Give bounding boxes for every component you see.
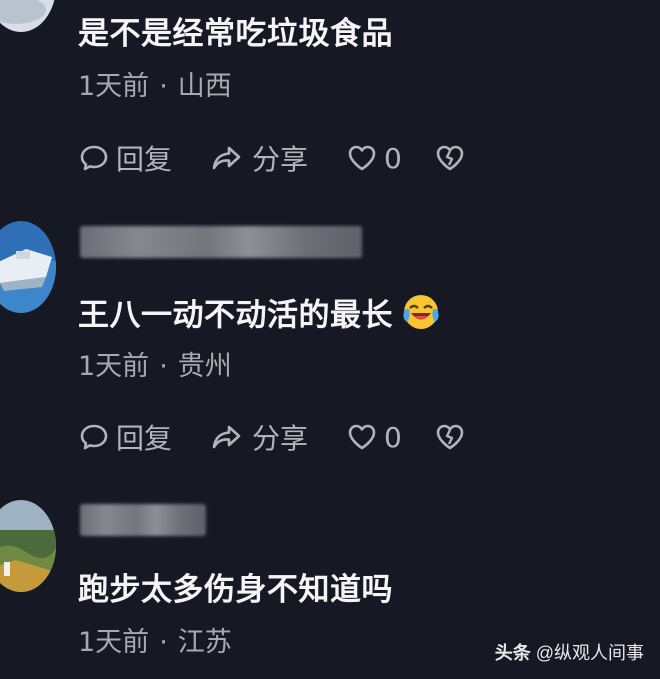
heart-icon: [348, 145, 376, 171]
dislike-button[interactable]: [434, 138, 472, 178]
share-button[interactable]: 分享: [208, 138, 308, 178]
avatar[interactable]: [0, 221, 56, 313]
reply-label: 回复: [116, 143, 173, 176]
like-button[interactable]: 0: [346, 138, 402, 178]
share-label: 分享: [252, 422, 309, 455]
broken-heart-icon: [436, 145, 464, 171]
reply-button[interactable]: 回复: [78, 417, 172, 457]
comment-meta: 1天前 · 江苏: [78, 626, 232, 660]
reply-button[interactable]: 回复: [78, 138, 172, 178]
comment-location: 山西: [177, 71, 232, 102]
comment-meta: 1天前 · 山西: [78, 70, 232, 104]
share-label: 分享: [252, 143, 309, 176]
like-button[interactable]: 0: [346, 417, 402, 457]
share-arrow-icon: [212, 146, 241, 170]
comment-text: 跑步太多伤身不知道吗: [78, 572, 393, 608]
comment-meta: 1天前 · 贵州: [78, 350, 232, 384]
watermark-account: @纵观人间事: [535, 643, 644, 663]
reply-label: 回复: [116, 422, 173, 455]
heart-icon: [348, 424, 376, 450]
comment-text: 是不是经常吃垃圾食品: [78, 16, 393, 52]
comment-actions: 回复 分享 0: [78, 138, 638, 178]
share-arrow-icon: [212, 425, 241, 449]
share-button[interactable]: 分享: [208, 417, 308, 457]
laughing-crying-emoji-icon: [401, 292, 441, 342]
comment-text-content: 王八一动不动活的最长: [78, 297, 393, 334]
watermark: 头条 @纵观人间事: [495, 639, 644, 665]
avatar[interactable]: [0, 500, 56, 592]
comment-time: 1天前: [78, 351, 150, 382]
comment-text: 王八一动不动活的最长: [78, 292, 441, 342]
comment-location: 江苏: [177, 627, 232, 658]
broken-heart-icon: [436, 424, 464, 450]
comment-time: 1天前: [78, 71, 150, 102]
comment-location: 贵州: [177, 351, 232, 382]
username-blurred: [80, 504, 206, 536]
like-count: 0: [384, 141, 402, 175]
username-blurred: [80, 226, 362, 258]
meta-separator: ·: [159, 627, 168, 658]
comment-time: 1天前: [78, 627, 150, 658]
comment-actions: 回复 分享 0: [78, 417, 638, 457]
like-count: 0: [384, 420, 402, 454]
meta-separator: ·: [159, 71, 168, 102]
watermark-brand: 头条: [494, 643, 531, 663]
meta-separator: ·: [159, 351, 168, 382]
dislike-button[interactable]: [434, 417, 472, 457]
avatar[interactable]: [0, 0, 56, 32]
comment-bubble-icon: [80, 145, 108, 171]
comment-bubble-icon: [80, 424, 108, 450]
